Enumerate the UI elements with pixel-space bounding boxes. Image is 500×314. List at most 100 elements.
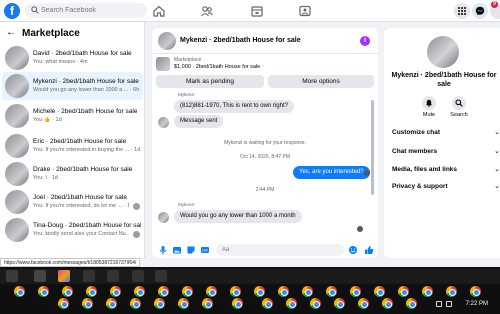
link-status-bar: https://www.facebook.com/messages/t/1805… <box>0 258 141 267</box>
friends-icon[interactable] <box>200 4 214 18</box>
conversation-item[interactable]: Joel · 2bed/1bath House for sale You: If… <box>2 188 143 216</box>
conversation-item[interactable]: Tina-Doug · 2bed/1bath House for sale Yo… <box>2 216 143 244</box>
incoming-message[interactable]: Message sent <box>174 115 224 128</box>
sender-avatar <box>158 212 169 223</box>
conversation-item-active[interactable]: Mykenzi · 2bed/1bath House for sale Woul… <box>2 72 143 100</box>
listing-summary[interactable]: Marketplace $1,000 · 2bed/1bath House fo… <box>156 57 374 72</box>
back-arrow-icon[interactable]: ← <box>6 28 16 38</box>
more-options-button[interactable]: More options <box>268 75 374 88</box>
chrome-icon[interactable] <box>278 286 289 297</box>
gif-icon[interactable]: GIF <box>200 245 210 255</box>
taskbar-app-icon[interactable] <box>83 270 95 282</box>
chrome-icon[interactable] <box>230 286 241 297</box>
chrome-icon[interactable] <box>446 286 457 297</box>
conversation-item[interactable]: David · 2bed/1bath House for sale You: w… <box>2 44 143 72</box>
chrome-icon[interactable] <box>158 286 169 297</box>
chrome-icon[interactable] <box>86 286 97 297</box>
search-input[interactable] <box>41 4 141 17</box>
copilot-icon[interactable] <box>58 270 70 282</box>
chrome-icon[interactable] <box>422 286 433 297</box>
chrome-icon[interactable] <box>374 286 385 297</box>
conversation-preview: You: If you're interested, do let me ...… <box>33 203 129 209</box>
mark-as-pending-button[interactable]: Mark as pending <box>156 75 264 88</box>
messenger-button[interactable] <box>472 3 488 19</box>
chrome-icon[interactable] <box>470 286 481 297</box>
taskbar-app-icon[interactable] <box>34 270 46 282</box>
menu-grid-button[interactable] <box>454 3 470 19</box>
chrome-icon[interactable] <box>14 286 25 297</box>
facebook-logo[interactable]: f <box>4 3 20 19</box>
row-label: Media, files and links <box>392 166 458 173</box>
notifications-button[interactable]: 9 <box>490 1 500 19</box>
groups-icon[interactable] <box>298 4 312 18</box>
taskbar-clock[interactable]: 7:22 PM <box>466 301 488 307</box>
outgoing-message[interactable]: Yes, are you interested? <box>293 166 370 179</box>
chrome-icon[interactable] <box>310 298 321 309</box>
chrome-icon[interactable] <box>334 298 345 309</box>
info-icon[interactable]: i <box>360 36 370 46</box>
microphone-icon[interactable] <box>158 245 168 255</box>
media-files-links-row[interactable]: Media, files and links ⌄ <box>392 164 500 176</box>
conversation-item[interactable]: Michele · 2bed/1bath House for sale You … <box>2 102 143 130</box>
chat-members-row[interactable]: Chat members ⌄ <box>392 146 500 158</box>
chrome-icon[interactable] <box>106 298 117 309</box>
search-in-conversation-button[interactable]: Search <box>444 96 474 118</box>
thumbs-up-icon[interactable] <box>364 245 374 255</box>
home-icon[interactable] <box>152 4 166 18</box>
battery-icon[interactable] <box>446 301 452 307</box>
chrome-icon[interactable] <box>286 298 297 309</box>
search-box[interactable] <box>25 3 147 18</box>
chrome-icon[interactable] <box>262 298 273 309</box>
conversation-item[interactable]: Eric · 2bed/1bath House for sale You: If… <box>2 132 143 160</box>
chrome-icon[interactable] <box>382 298 393 309</box>
chrome-icon[interactable] <box>82 298 93 309</box>
marketplace-icon[interactable] <box>250 4 264 18</box>
chat-panel: Mykenzi · 2bed/1bath House for sale i Ma… <box>152 28 378 258</box>
chrome-icon[interactable] <box>350 286 361 297</box>
listing-thumbnail <box>156 57 170 71</box>
chrome-icon[interactable] <box>58 298 69 309</box>
profile-name: Mykenzi · 2bed/1bath House for sale <box>391 72 497 88</box>
chrome-icon[interactable] <box>182 286 193 297</box>
incoming-message[interactable]: (812)881-1970, This is rent to own right… <box>174 100 294 113</box>
chevron-down-icon: ⌄ <box>494 183 500 190</box>
message-input-box[interactable] <box>216 244 344 256</box>
conversation-item[interactable]: Drake · 2bed/1bath House for sale You: I… <box>2 160 143 188</box>
chrome-icon[interactable] <box>134 286 145 297</box>
taskbar-app-icon[interactable] <box>107 270 119 282</box>
chrome-icon[interactable] <box>178 298 189 309</box>
photo-icon[interactable] <box>172 245 182 255</box>
notifications-badge: 9 <box>491 1 498 8</box>
taskbar-app-icon[interactable] <box>6 270 18 282</box>
avatar[interactable] <box>158 32 176 50</box>
chrome-icon[interactable] <box>154 298 165 309</box>
chat-title[interactable]: Mykenzi · 2bed/1bath House for sale <box>180 37 301 44</box>
customize-chat-row[interactable]: Customize chat ⌄ <box>392 127 500 139</box>
message-input[interactable] <box>222 245 322 255</box>
chrome-icon[interactable] <box>254 286 265 297</box>
chrome-icon[interactable] <box>398 286 409 297</box>
chrome-icon[interactable] <box>326 286 337 297</box>
sticker-icon[interactable] <box>186 245 196 255</box>
chrome-icon[interactable] <box>232 298 243 309</box>
chrome-icon[interactable] <box>202 298 213 309</box>
chrome-icon[interactable] <box>358 298 369 309</box>
chrome-icon[interactable] <box>62 286 73 297</box>
chrome-icon[interactable] <box>206 286 217 297</box>
scrollbar[interactable] <box>371 100 374 195</box>
chrome-icon[interactable] <box>110 286 121 297</box>
mute-button[interactable]: Mute <box>414 96 444 118</box>
chrome-icon[interactable] <box>38 286 49 297</box>
chrome-icon[interactable] <box>130 298 141 309</box>
taskbar-app-icon[interactable] <box>132 270 144 282</box>
privacy-support-row[interactable]: Privacy & support ⌄ <box>392 181 500 193</box>
taskbar-app-icon[interactable] <box>155 270 167 282</box>
chrome-icon[interactable] <box>302 286 313 297</box>
emoji-icon[interactable] <box>348 245 358 255</box>
message-list[interactable]: Mykenzi (812)881-1970, This is rent to o… <box>152 90 378 244</box>
profile-avatar[interactable] <box>427 36 459 68</box>
network-icon[interactable] <box>436 301 442 307</box>
conversation-preview: You: what means · 4m <box>33 59 88 65</box>
incoming-message[interactable]: Would you go any lower than 1000 a month <box>174 210 302 223</box>
chrome-icon[interactable] <box>406 298 417 309</box>
